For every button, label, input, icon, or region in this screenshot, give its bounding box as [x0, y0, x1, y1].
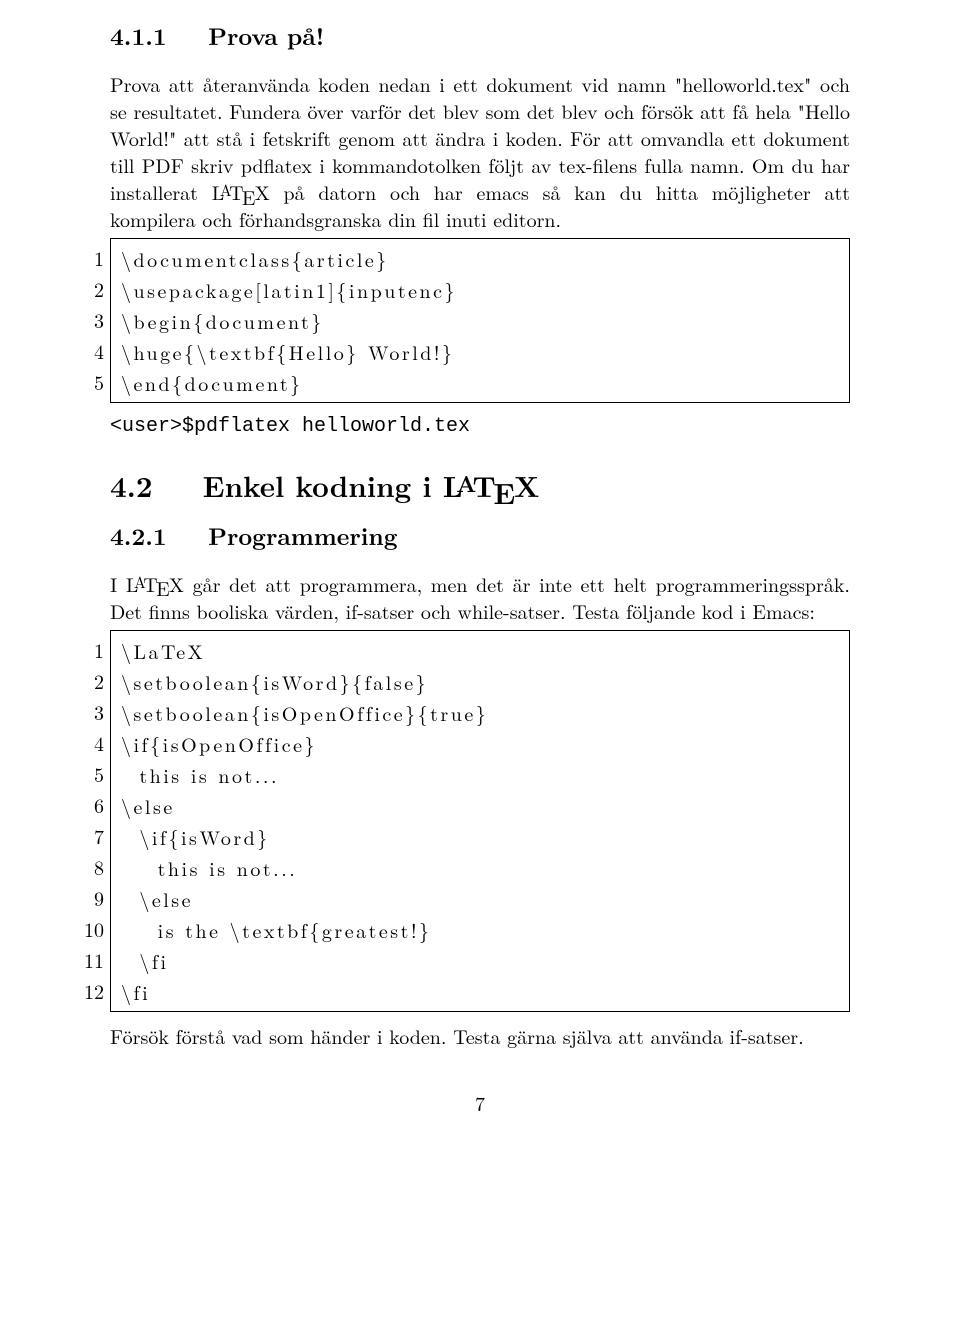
terminal-line: <user>$pdflatex helloworld.tex [110, 413, 850, 440]
sec-title: Prova på! [208, 19, 324, 53]
code-listing-2: 1 2 3 4 5 6 7 8 9 10 11 12 \LaTeX \setbo… [66, 630, 850, 1012]
code-box: \documentclass{article} \usepackage[lati… [110, 238, 850, 403]
page-number: 7 [110, 1089, 850, 1116]
sec-title: Programmering [208, 519, 397, 553]
paragraph-2: I LATEX går det att programmera, men det… [110, 570, 850, 624]
line-numbers: 1 2 3 4 5 [66, 238, 110, 403]
latex-logo: LATEX [126, 569, 184, 598]
document-page: 4.1.1 Prova på! Prova att återanvända ko… [0, 0, 960, 1156]
heading-4-2-1: 4.2.1 Programmering [110, 520, 850, 552]
latex-logo: LATEX [443, 464, 540, 506]
sec-num: 4.2.1 [110, 519, 167, 553]
code-listing-1: 1 2 3 4 5 \documentclass{article} \usepa… [66, 238, 850, 403]
sec-num: 4.1.1 [110, 19, 167, 53]
paragraph-3: Försök förstå vad som händer i koden. Te… [110, 1022, 850, 1049]
paragraph-1: Prova att återanvända koden nedan i ett … [110, 70, 850, 232]
heading-4-1-1: 4.1.1 Prova på! [110, 20, 850, 52]
heading-4-2: 4.2 Enkel kodning i LATEX [110, 466, 850, 505]
sec-title-part: Enkel kodning i [203, 464, 443, 506]
line-numbers: 1 2 3 4 5 6 7 8 9 10 11 12 [66, 630, 110, 1012]
latex-logo: LATEX [212, 177, 270, 206]
code-box: \LaTeX \setboolean{isWord}{false} \setbo… [110, 630, 850, 1012]
sec-num: 4.2 [110, 464, 153, 506]
